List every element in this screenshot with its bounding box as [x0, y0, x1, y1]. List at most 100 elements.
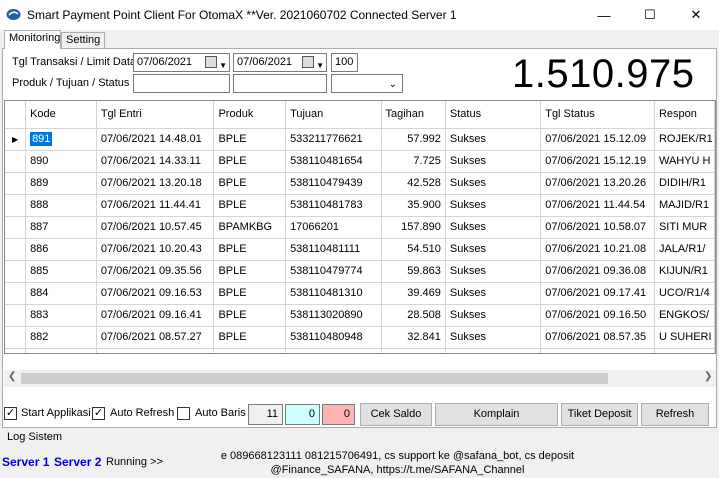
- cell-tagihan[interactable]: 32.841: [381, 326, 446, 349]
- cell-tagihan[interactable]: 35.900: [381, 194, 446, 217]
- column-header-tgl-status[interactable]: Tgl Status: [540, 101, 655, 129]
- column-header-kode[interactable]: Kode: [25, 101, 97, 129]
- cell-kode[interactable]: 887: [25, 216, 97, 239]
- column-header-status[interactable]: Status: [445, 101, 542, 129]
- cell-kode[interactable]: 883: [25, 304, 97, 327]
- cell-tujuan[interactable]: 538110481783: [285, 194, 382, 217]
- cell-tujuan[interactable]: 538110481111: [285, 238, 382, 261]
- cell-tgl-status[interactable]: 07/06/2021 10.21.08: [540, 238, 655, 261]
- row-header[interactable]: [5, 194, 27, 217]
- table-row[interactable]: ▶ 891 07/06/2021 14.48.01 BPLE 533211776621 5…: [5, 128, 715, 151]
- tiket-deposit-button[interactable]: Tiket Deposit: [561, 403, 638, 426]
- tab-setting[interactable]: Setting: [61, 32, 105, 48]
- column-header-tgl-entri[interactable]: Tgl Entri: [96, 101, 215, 129]
- cell-status[interactable]: Sukses: [445, 172, 542, 195]
- row-header[interactable]: [5, 304, 27, 327]
- cell-status[interactable]: Sukses: [445, 326, 542, 349]
- cell-tgl-status[interactable]: 07/06/2021 15.12.19: [540, 150, 655, 173]
- cell-status[interactable]: Sukses: [445, 216, 542, 239]
- cell-tgl-status[interactable]: 07/06/2021 09.16.50: [540, 304, 655, 327]
- cell-tgl-entri[interactable]: 07/06/2021 09.16.41: [96, 304, 215, 327]
- table-row[interactable]: 886 07/06/2021 10.20.43 BPLE 538110481111 54…: [5, 238, 715, 261]
- row-header[interactable]: [5, 150, 27, 173]
- cell-respon[interactable]: ENGKOS/: [654, 304, 715, 327]
- cell-status[interactable]: Sukses: [445, 260, 542, 283]
- cell-tujuan[interactable]: 538110481654: [285, 150, 382, 173]
- status-select[interactable]: ⌄: [331, 74, 403, 93]
- cell-tgl-status[interactable]: 07/06/2021 10.58.07: [540, 216, 655, 239]
- cell-produk[interactable]: BPLE: [213, 150, 287, 173]
- cell-tagihan[interactable]: 6.942: [381, 348, 446, 353]
- cell-kode[interactable]: 886: [25, 238, 97, 261]
- cell-produk[interactable]: BPLE: [213, 194, 287, 217]
- tab-monitoring[interactable]: Monitoring: [4, 30, 61, 49]
- cell-tgl-status[interactable]: 07/06/2021 09.17.41: [540, 282, 655, 305]
- cell-tgl-status[interactable]: 07/06/2021 08.02.32: [540, 348, 655, 353]
- cell-respon[interactable]: MAJID/R1: [654, 194, 715, 217]
- cell-kode[interactable]: 882: [25, 326, 97, 349]
- auto-baris-checkbox[interactable]: [177, 407, 190, 420]
- cell-produk[interactable]: BPLE: [213, 348, 287, 353]
- cell-tgl-entri[interactable]: 07/06/2021 08.57.27: [96, 326, 215, 349]
- cell-tgl-status[interactable]: 07/06/2021 11.44.54: [540, 194, 655, 217]
- cell-produk[interactable]: BPLE: [213, 304, 287, 327]
- cell-tgl-entri[interactable]: 07/06/2021 10.20.43: [96, 238, 215, 261]
- cell-status[interactable]: Sukses: [445, 194, 542, 217]
- cell-respon[interactable]: WAHYU H: [654, 150, 715, 173]
- cek-saldo-button[interactable]: Cek Saldo: [360, 403, 432, 426]
- row-header[interactable]: [5, 326, 27, 349]
- cell-tgl-entri[interactable]: 07/06/2021 09.16.53: [96, 282, 215, 305]
- cell-tgl-entri[interactable]: 07/06/2021 08.02.20: [96, 348, 215, 353]
- row-header[interactable]: [5, 282, 27, 305]
- row-header[interactable]: [5, 172, 27, 195]
- column-header-produk[interactable]: Produk: [213, 101, 287, 129]
- cell-produk[interactable]: BPAMKBG: [213, 216, 287, 239]
- produk-input[interactable]: [133, 74, 230, 93]
- cell-tagihan[interactable]: 28.508: [381, 304, 446, 327]
- cell-respon[interactable]: KIJUN/R1: [654, 260, 715, 283]
- current-row-indicator-icon[interactable]: ▶: [5, 128, 27, 151]
- cell-kode[interactable]: 890: [25, 150, 97, 173]
- cell-tagihan[interactable]: 39.469: [381, 282, 446, 305]
- cell-tgl-status[interactable]: 07/06/2021 15.12.09: [540, 128, 655, 151]
- minimize-button[interactable]: —: [581, 0, 627, 30]
- table-row[interactable]: 885 07/06/2021 09.35.56 BPLE 538110479774 59…: [5, 260, 715, 283]
- table-row[interactable]: 888 07/06/2021 11.44.41 BPLE 538110481783 35…: [5, 194, 715, 217]
- cell-tgl-status[interactable]: 07/06/2021 08.57.35: [540, 326, 655, 349]
- cell-tgl-entri[interactable]: 07/06/2021 09.35.56: [96, 260, 215, 283]
- limit-input[interactable]: 100: [331, 53, 358, 72]
- cell-tgl-entri[interactable]: 07/06/2021 10.57.45: [96, 216, 215, 239]
- cell-kode[interactable]: 881: [25, 348, 97, 353]
- cell-tagihan[interactable]: 42.528: [381, 172, 446, 195]
- cell-tgl-status[interactable]: 07/06/2021 13.20.26: [540, 172, 655, 195]
- tujuan-input[interactable]: [233, 74, 327, 93]
- cell-tujuan[interactable]: 538110480948: [285, 326, 382, 349]
- table-row[interactable]: 887 07/06/2021 10.57.45 BPAMKBG 17066201 157…: [5, 216, 715, 239]
- cell-respon[interactable]: U SUHERI: [654, 326, 715, 349]
- cell-tagihan[interactable]: 59.863: [381, 260, 446, 283]
- date-from-picker[interactable]: 07/06/2021 ▼: [133, 53, 230, 72]
- column-header-tujuan[interactable]: Tujuan: [285, 101, 382, 129]
- table-row[interactable]: 890 07/06/2021 14.33.11 BPLE 538110481654 7.…: [5, 150, 715, 173]
- cell-respon[interactable]: JALA/R1/: [654, 238, 715, 261]
- cell-kode[interactable]: 888: [25, 194, 97, 217]
- table-row[interactable]: 884 07/06/2021 09.16.53 BPLE 538110481310 39…: [5, 282, 715, 305]
- server-2-link[interactable]: Server 2: [54, 455, 101, 469]
- maximize-button[interactable]: ☐: [627, 0, 673, 30]
- cell-tujuan[interactable]: 538113020890: [285, 304, 382, 327]
- row-header[interactable]: [5, 238, 27, 261]
- refresh-button[interactable]: Refresh: [641, 403, 709, 426]
- scrollbar-thumb[interactable]: [21, 373, 608, 384]
- cell-kode[interactable]: 885: [25, 260, 97, 283]
- cell-produk[interactable]: BPLE: [213, 238, 287, 261]
- cell-tgl-status[interactable]: 07/06/2021 09.36.08: [540, 260, 655, 283]
- cell-respon[interactable]: SITI MUR: [654, 216, 715, 239]
- cell-tgl-entri[interactable]: 07/06/2021 14.48.01: [96, 128, 215, 151]
- cell-produk[interactable]: BPLE: [213, 172, 287, 195]
- table-row[interactable]: 88107/06/2021 08.02.20BPLE5381104811456.…: [5, 348, 715, 353]
- start-aplikasi-checkbox[interactable]: ✓: [4, 407, 17, 420]
- cell-produk[interactable]: BPLE: [213, 282, 287, 305]
- cell-status[interactable]: Sukses: [445, 304, 542, 327]
- column-header-respon[interactable]: Respon: [654, 101, 715, 129]
- cell-respon[interactable]: UCO/R1/4: [654, 282, 715, 305]
